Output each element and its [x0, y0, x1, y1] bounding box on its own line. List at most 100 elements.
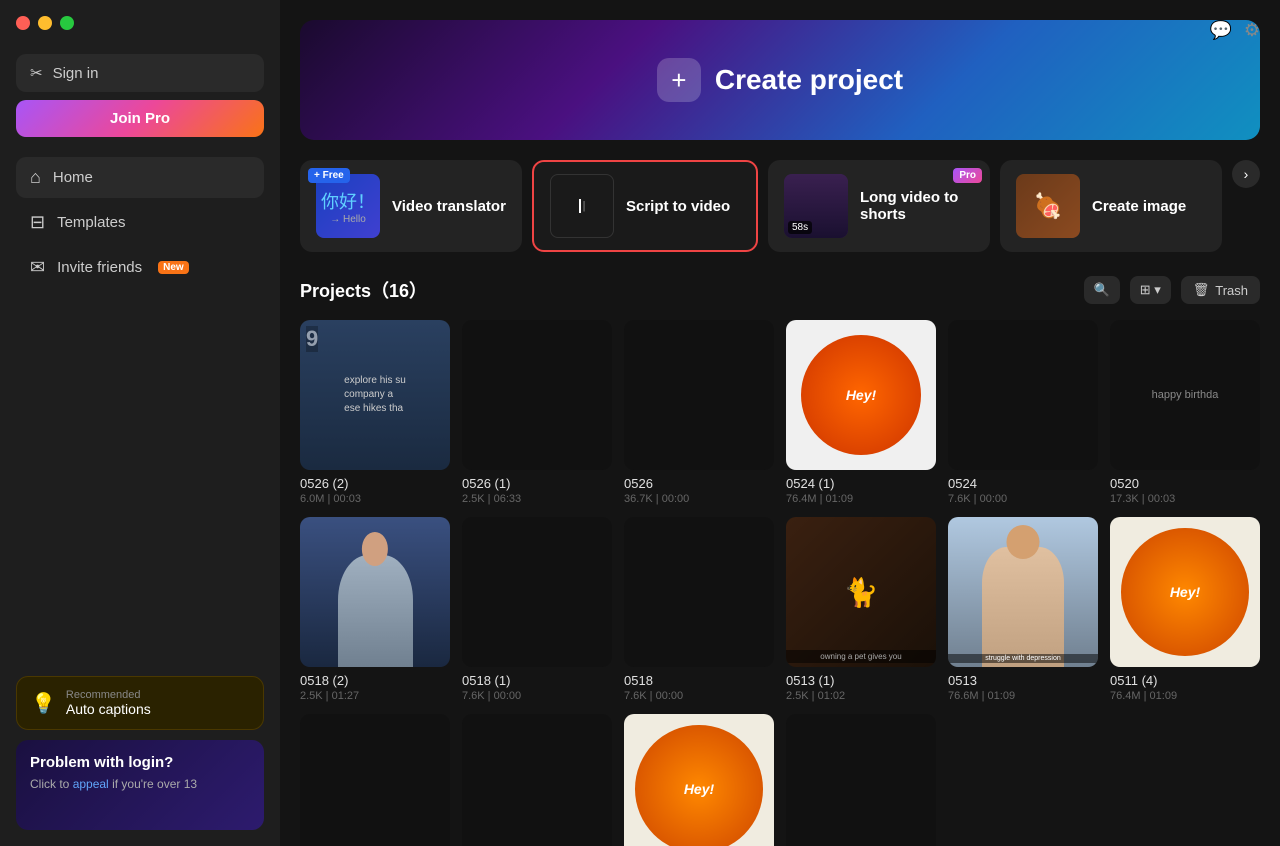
project-meta: 7.6K | 00:00 [948, 493, 1098, 505]
trash-button[interactable]: 🗑 Trash [1181, 276, 1260, 304]
project-meta: 17.3K | 00:03 [1110, 493, 1260, 505]
sidebar: ✂ Sign in Join Pro ⌂ Home ⊟ Templates ✉ … [0, 0, 280, 846]
script-to-video-thumb: | [550, 174, 614, 238]
sidebar-item-invite[interactable]: ✉ Invite friends New [16, 247, 264, 288]
project-item[interactable]: Hey! 0524 (1) 76.4M | 01:09 [786, 320, 936, 505]
projects-title: Projects（16） [300, 277, 427, 303]
video-translator-label: Video translator [392, 198, 506, 215]
settings-icon[interactable]: ⚙ [1244, 20, 1260, 41]
project-name: 0526 (2) [300, 476, 450, 491]
close-button[interactable] [16, 16, 30, 30]
recommend-card[interactable]: 💡 Recommended Auto captions [16, 676, 264, 730]
project-meta: 7.6K | 00:00 [462, 690, 612, 702]
sidebar-item-label: Home [53, 169, 93, 186]
project-meta: 76.4M | 01:09 [1110, 690, 1260, 702]
project-item[interactable]: 0518 (2) 2.5K | 01:27 [300, 517, 450, 702]
pro-badge: Pro [953, 168, 982, 183]
chat-icon[interactable]: 💬 [1209, 20, 1231, 41]
appeal-link[interactable]: appeal [73, 777, 109, 791]
thumb-text: happy birthda [1148, 385, 1223, 405]
sidebar-item-home[interactable]: ⌂ Home [16, 157, 264, 198]
project-meta: 2.5K | 06:33 [462, 493, 612, 505]
project-grid-row3: Hey! [300, 714, 1260, 846]
create-image-thumb: 🍖 [1016, 174, 1080, 238]
project-item[interactable] [300, 714, 450, 846]
script-to-video-label: Script to video [626, 198, 730, 215]
project-item[interactable]: Hey! 0511 (4) 76.4M | 01:09 [1110, 517, 1260, 702]
project-meta: 6.0M | 00:03 [300, 493, 450, 505]
sidebar-item-label: Templates [57, 214, 125, 231]
project-name: 0513 (1) [786, 673, 936, 688]
problem-card[interactable]: Problem with login? Click to appeal if y… [16, 740, 264, 830]
lightbulb-icon: 💡 [31, 691, 56, 716]
maximize-button[interactable] [60, 16, 74, 30]
project-item[interactable]: 0518 (1) 7.6K | 00:00 [462, 517, 612, 702]
project-name: 0520 [1110, 476, 1260, 491]
scissor-icon: ✂ [30, 64, 43, 82]
project-name: 0518 [624, 673, 774, 688]
feature-card-script-to-video[interactable]: | Script to video [532, 160, 758, 252]
minimize-button[interactable] [38, 16, 52, 30]
project-name: 0524 (1) [786, 476, 936, 491]
project-item[interactable]: 🐈 owning a pet gives you 0513 (1) 2.5K |… [786, 517, 936, 702]
project-name: 0518 (1) [462, 673, 612, 688]
join-pro-button[interactable]: Join Pro [16, 100, 264, 137]
feature-card-video-translator[interactable]: Free 你好！ → Hello Video translator [300, 160, 522, 252]
recommend-label: Recommended [66, 689, 151, 701]
project-name: 0526 [624, 476, 774, 491]
hey-thumb: Hey! [801, 335, 921, 455]
sidebar-item-label: Invite friends [57, 259, 142, 276]
project-item[interactable] [786, 714, 936, 846]
sign-in-label: Sign in [53, 65, 99, 82]
project-item[interactable]: struggle with depression 0513 76.6M | 01… [948, 517, 1098, 702]
create-image-label: Create image [1092, 198, 1186, 215]
long-video-thumb: 58s [784, 174, 848, 238]
project-item[interactable]: happy birthda 0520 17.3K | 00:03 [1110, 320, 1260, 505]
long-video-label: Long video to shorts [860, 189, 974, 223]
hero-banner[interactable]: + Create project [300, 20, 1260, 140]
project-meta: 76.4M | 01:09 [786, 493, 936, 505]
hero-title: Create project [715, 64, 903, 96]
project-item[interactable]: 0518 7.6K | 00:00 [624, 517, 774, 702]
create-plus-icon: + [657, 58, 701, 102]
recommend-title: Auto captions [66, 701, 151, 717]
join-pro-label: Join Pro [110, 110, 170, 127]
thumb-text: explore his sucompany aese hikes tha [300, 320, 450, 470]
home-icon: ⌂ [30, 167, 41, 188]
project-grid: explore his sucompany aese hikes tha 9 0… [300, 320, 1260, 702]
project-item[interactable]: 0526 (1) 2.5K | 06:33 [462, 320, 612, 505]
project-meta: 36.7K | 00:00 [624, 493, 774, 505]
project-item[interactable]: Hey! [624, 714, 774, 846]
project-item[interactable]: explore his sucompany aese hikes tha 9 0… [300, 320, 450, 505]
projects-actions: 🔍 ⊞ ▾ 🗑 Trash [1084, 276, 1260, 304]
project-name: 0524 [948, 476, 1098, 491]
project-meta: 2.5K | 01:27 [300, 690, 450, 702]
view-toggle-button[interactable]: ⊞ ▾ [1130, 276, 1171, 304]
feature-card-long-video[interactable]: Pro 58s Long video to shorts [768, 160, 990, 252]
project-name: 0526 (1) [462, 476, 612, 491]
new-badge: New [158, 261, 189, 274]
sidebar-bottom: 💡 Recommended Auto captions Problem with… [16, 676, 264, 830]
sign-in-button[interactable]: ✂ Sign in [16, 54, 264, 92]
header-icons: 💬 ⚙ [1209, 20, 1260, 41]
project-name: 0518 (2) [300, 673, 450, 688]
feature-card-create-image[interactable]: 🍖 Create image [1000, 160, 1222, 252]
main-content: 💬 ⚙ + Create project Free 你好！ → Hello Vi… [280, 0, 1280, 846]
project-item[interactable]: 0526 36.7K | 00:00 [624, 320, 774, 505]
invite-icon: ✉ [30, 257, 45, 278]
traffic-lights [16, 16, 264, 30]
project-meta: 76.6M | 01:09 [948, 690, 1098, 702]
trash-label: Trash [1215, 283, 1248, 298]
problem-title: Problem with login? [30, 754, 250, 771]
next-arrow[interactable]: › [1232, 160, 1260, 188]
sidebar-item-templates[interactable]: ⊟ Templates [16, 202, 264, 243]
recommend-text: Recommended Auto captions [66, 689, 151, 717]
projects-header: Projects（16） 🔍 ⊞ ▾ 🗑 Trash [300, 276, 1260, 304]
project-item[interactable]: 0524 7.6K | 00:00 [948, 320, 1098, 505]
project-name: 0511 (4) [1110, 673, 1260, 688]
search-button[interactable]: 🔍 [1084, 276, 1120, 304]
sidebar-nav: ⌂ Home ⊟ Templates ✉ Invite friends New [16, 157, 264, 676]
project-meta: 2.5K | 01:02 [786, 690, 936, 702]
project-name: 0513 [948, 673, 1098, 688]
project-item[interactable] [462, 714, 612, 846]
